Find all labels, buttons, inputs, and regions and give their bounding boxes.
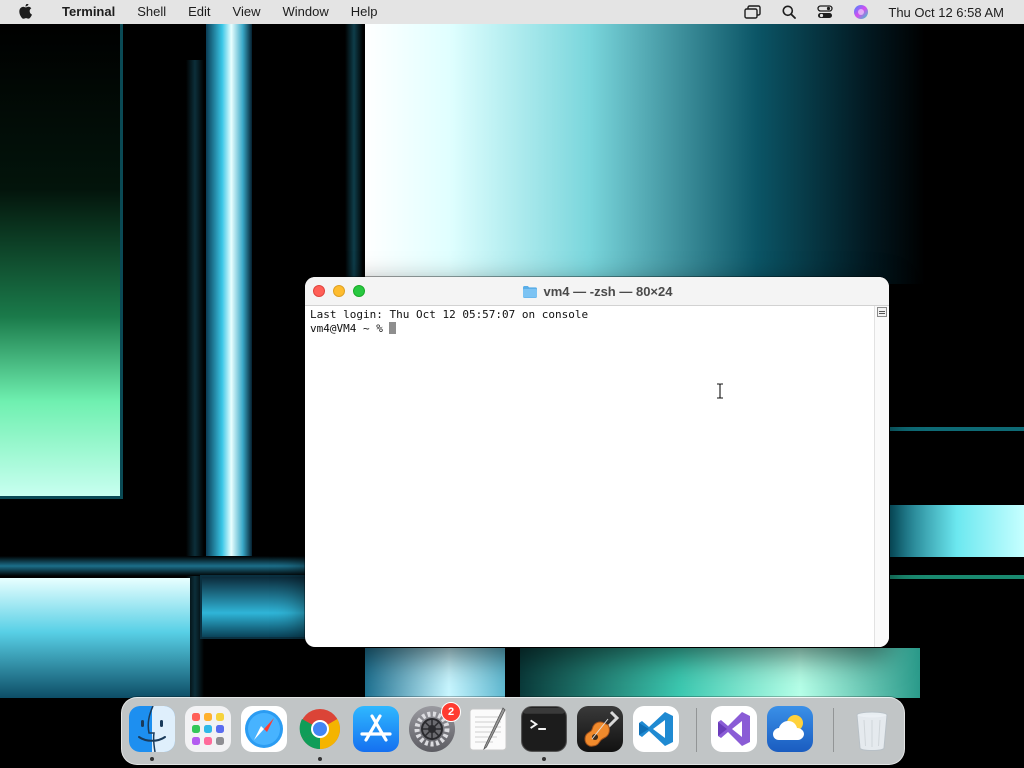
chrome-icon[interactable] bbox=[297, 706, 343, 752]
prompt-line: vm4@VM4 ~ % bbox=[310, 322, 870, 336]
safari-icon[interactable] bbox=[241, 706, 287, 752]
dock-separator-2 bbox=[833, 708, 834, 752]
window-title: vm4 — -zsh — 80×24 bbox=[305, 277, 889, 305]
wallpaper-bottom-right bbox=[520, 648, 920, 698]
dock-separator bbox=[696, 708, 697, 752]
apple-logo-icon[interactable] bbox=[18, 4, 34, 20]
finder-running-indicator bbox=[150, 757, 154, 761]
trash-icon[interactable] bbox=[849, 706, 895, 752]
wallpaper-horizontal-band bbox=[0, 556, 310, 576]
split-pane-icon[interactable] bbox=[877, 307, 887, 317]
wallpaper-bottom-mid bbox=[200, 575, 312, 639]
wallpaper-bottom-left bbox=[0, 578, 190, 698]
last-login-line: Last login: Thu Oct 12 05:57:07 on conso… bbox=[310, 308, 589, 321]
menu-bar-left: Terminal Shell Edit View Window Help bbox=[0, 0, 389, 24]
siri-icon[interactable] bbox=[852, 4, 870, 20]
control-center-icon[interactable] bbox=[816, 4, 834, 20]
wallpaper-bottom-center bbox=[365, 648, 505, 698]
launchpad-icon[interactable] bbox=[185, 706, 231, 752]
menu-edit[interactable]: Edit bbox=[177, 0, 221, 24]
menu-bar-clock[interactable]: Thu Oct 12 6:58 AM bbox=[888, 5, 1004, 20]
window-controls bbox=[313, 285, 365, 297]
wallpaper-bright-area bbox=[365, 24, 925, 284]
terminal-content[interactable]: Last login: Thu Oct 12 05:57:07 on conso… bbox=[305, 306, 875, 647]
spotlight-search-icon[interactable] bbox=[780, 4, 798, 20]
terminal-running-indicator bbox=[542, 757, 546, 761]
finder-icon[interactable] bbox=[129, 706, 175, 752]
zoom-button[interactable] bbox=[353, 285, 365, 297]
window-titlebar[interactable]: vm4 — -zsh — 80×24 bbox=[305, 277, 889, 306]
app-store-icon[interactable] bbox=[353, 706, 399, 752]
garageband-icon[interactable] bbox=[577, 706, 623, 752]
wallpaper-right-band bbox=[890, 505, 1024, 557]
weather-icon[interactable] bbox=[767, 706, 813, 752]
close-button[interactable] bbox=[313, 285, 325, 297]
ibeam-cursor-icon bbox=[717, 383, 723, 399]
wallpaper-blue-column bbox=[206, 24, 252, 559]
scrollbar[interactable] bbox=[874, 306, 889, 647]
chrome-running-indicator bbox=[318, 757, 322, 761]
menu-window[interactable]: Window bbox=[272, 0, 340, 24]
wallpaper-right-line bbox=[890, 427, 1024, 431]
text-cursor bbox=[389, 322, 397, 334]
menu-app-terminal[interactable]: Terminal bbox=[54, 0, 126, 24]
terminal-window[interactable]: vm4 — -zsh — 80×24 Last login: Thu Oct 1… bbox=[305, 277, 889, 647]
menu-bar: Terminal Shell Edit View Window Help Thu… bbox=[0, 0, 1024, 24]
wallpaper-left-panel bbox=[0, 24, 123, 499]
vscode-icon[interactable] bbox=[633, 706, 679, 752]
visual-studio-icon[interactable] bbox=[711, 706, 757, 752]
folder-icon bbox=[522, 285, 537, 298]
wallpaper-right-line-2 bbox=[890, 575, 1024, 579]
dock: 2 bbox=[121, 697, 905, 765]
textedit-icon[interactable] bbox=[465, 706, 511, 752]
screen-mirroring-icon[interactable] bbox=[744, 4, 762, 20]
minimize-button[interactable] bbox=[333, 285, 345, 297]
terminal-icon[interactable] bbox=[521, 706, 567, 752]
menu-view[interactable]: View bbox=[222, 0, 272, 24]
settings-notification-badge: 2 bbox=[441, 702, 461, 722]
window-title-text: vm4 — -zsh — 80×24 bbox=[543, 283, 673, 299]
menu-help[interactable]: Help bbox=[340, 0, 389, 24]
menu-bar-right: Thu Oct 12 6:58 AM bbox=[744, 0, 1024, 24]
shell-prompt: vm4@VM4 ~ % bbox=[310, 322, 390, 335]
menu-shell[interactable]: Shell bbox=[126, 0, 177, 24]
